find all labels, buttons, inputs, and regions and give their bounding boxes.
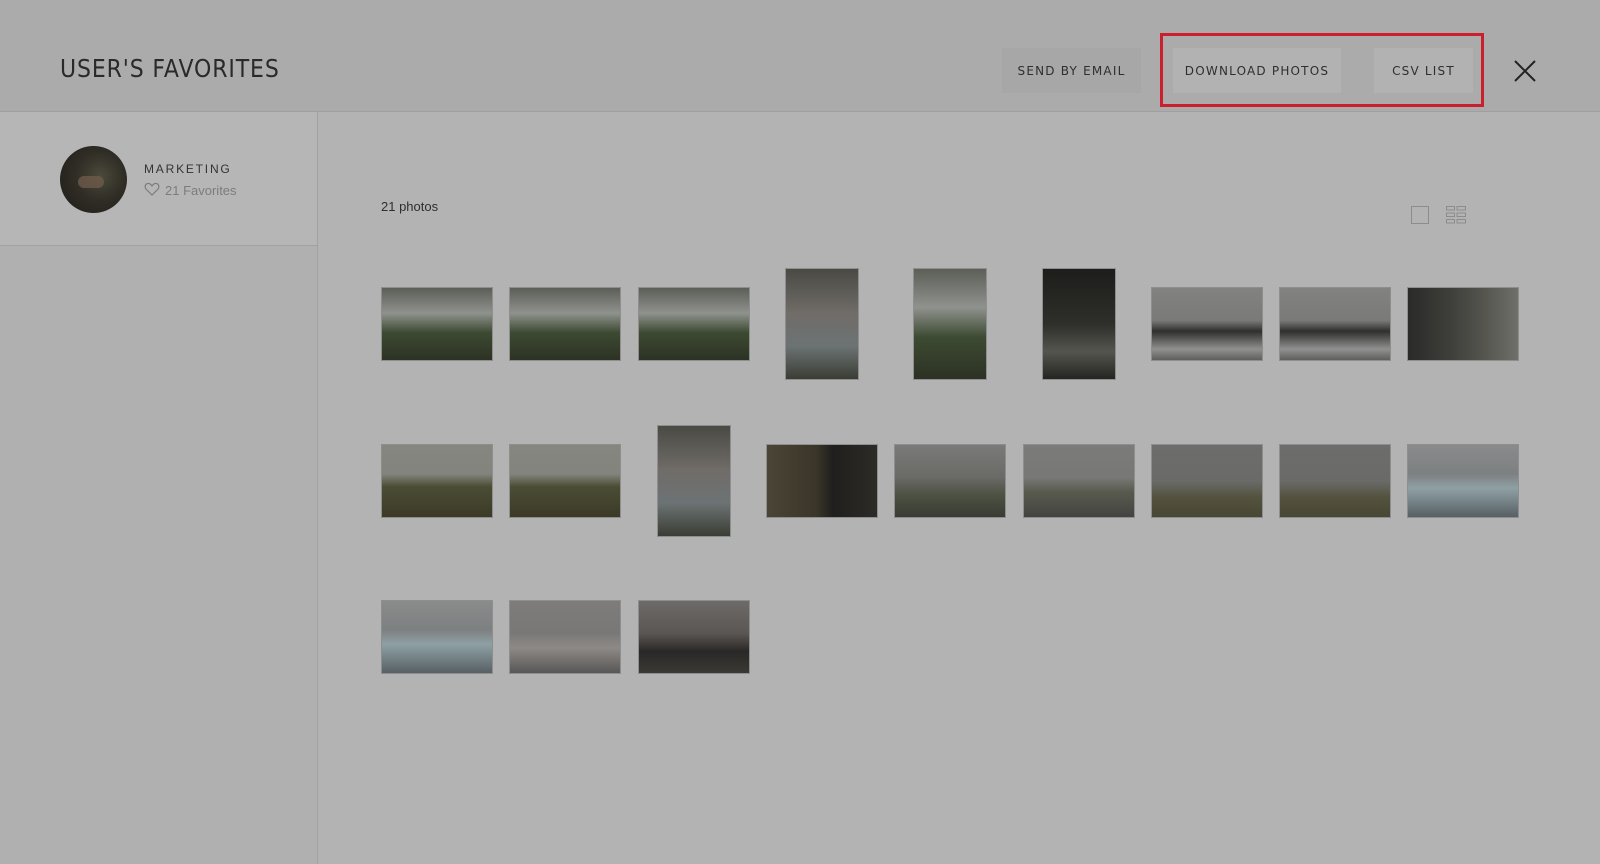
single-view-icon[interactable] [1411,206,1429,224]
photo-thumbnail[interactable] [914,269,986,379]
photo-thumbnail[interactable] [1280,445,1390,517]
photo-thumbnail[interactable] [1024,445,1134,517]
photo-thumbnail[interactable] [1152,445,1262,517]
page-header: USER'S FAVORITES SEND BY EMAIL DOWNLOAD … [0,0,1600,112]
photo-thumbnail[interactable] [510,445,620,517]
photo-thumbnail[interactable] [895,445,1005,517]
photo-thumbnail[interactable] [510,601,620,673]
favorites-count: 21 Favorites [144,182,237,199]
photo-thumbnail[interactable] [382,445,492,517]
photo-thumbnail[interactable] [382,288,492,360]
photo-thumbnail[interactable] [510,288,620,360]
send-by-email-button[interactable]: SEND BY EMAIL [1002,48,1141,93]
photo-thumbnail[interactable] [786,269,858,379]
user-name: MARKETING [144,162,232,176]
photo-thumbnail[interactable] [1043,269,1115,379]
photo-thumbnail[interactable] [1280,288,1390,360]
photo-thumbnail[interactable] [1152,288,1262,360]
grid-view-icon[interactable] [1446,206,1466,224]
photo-thumbnail[interactable] [639,288,749,360]
photo-thumbnail[interactable] [1408,445,1518,517]
photo-thumbnail[interactable] [1408,288,1518,360]
photo-thumbnail[interactable] [658,426,730,536]
close-icon[interactable] [1512,58,1538,84]
favorites-label: 21 Favorites [165,183,237,198]
user-card[interactable]: MARKETING 21 Favorites [0,112,317,246]
photo-count: 21 photos [381,199,439,214]
photo-thumbnail[interactable] [767,445,877,517]
heart-icon [144,182,160,199]
highlight-annotation [1160,33,1484,107]
photo-thumbnail[interactable] [639,601,749,673]
avatar [60,146,127,213]
sidebar: MARKETING 21 Favorites [0,112,318,864]
photo-thumbnail[interactable] [382,601,492,673]
page-title: USER'S FAVORITES [60,54,280,83]
